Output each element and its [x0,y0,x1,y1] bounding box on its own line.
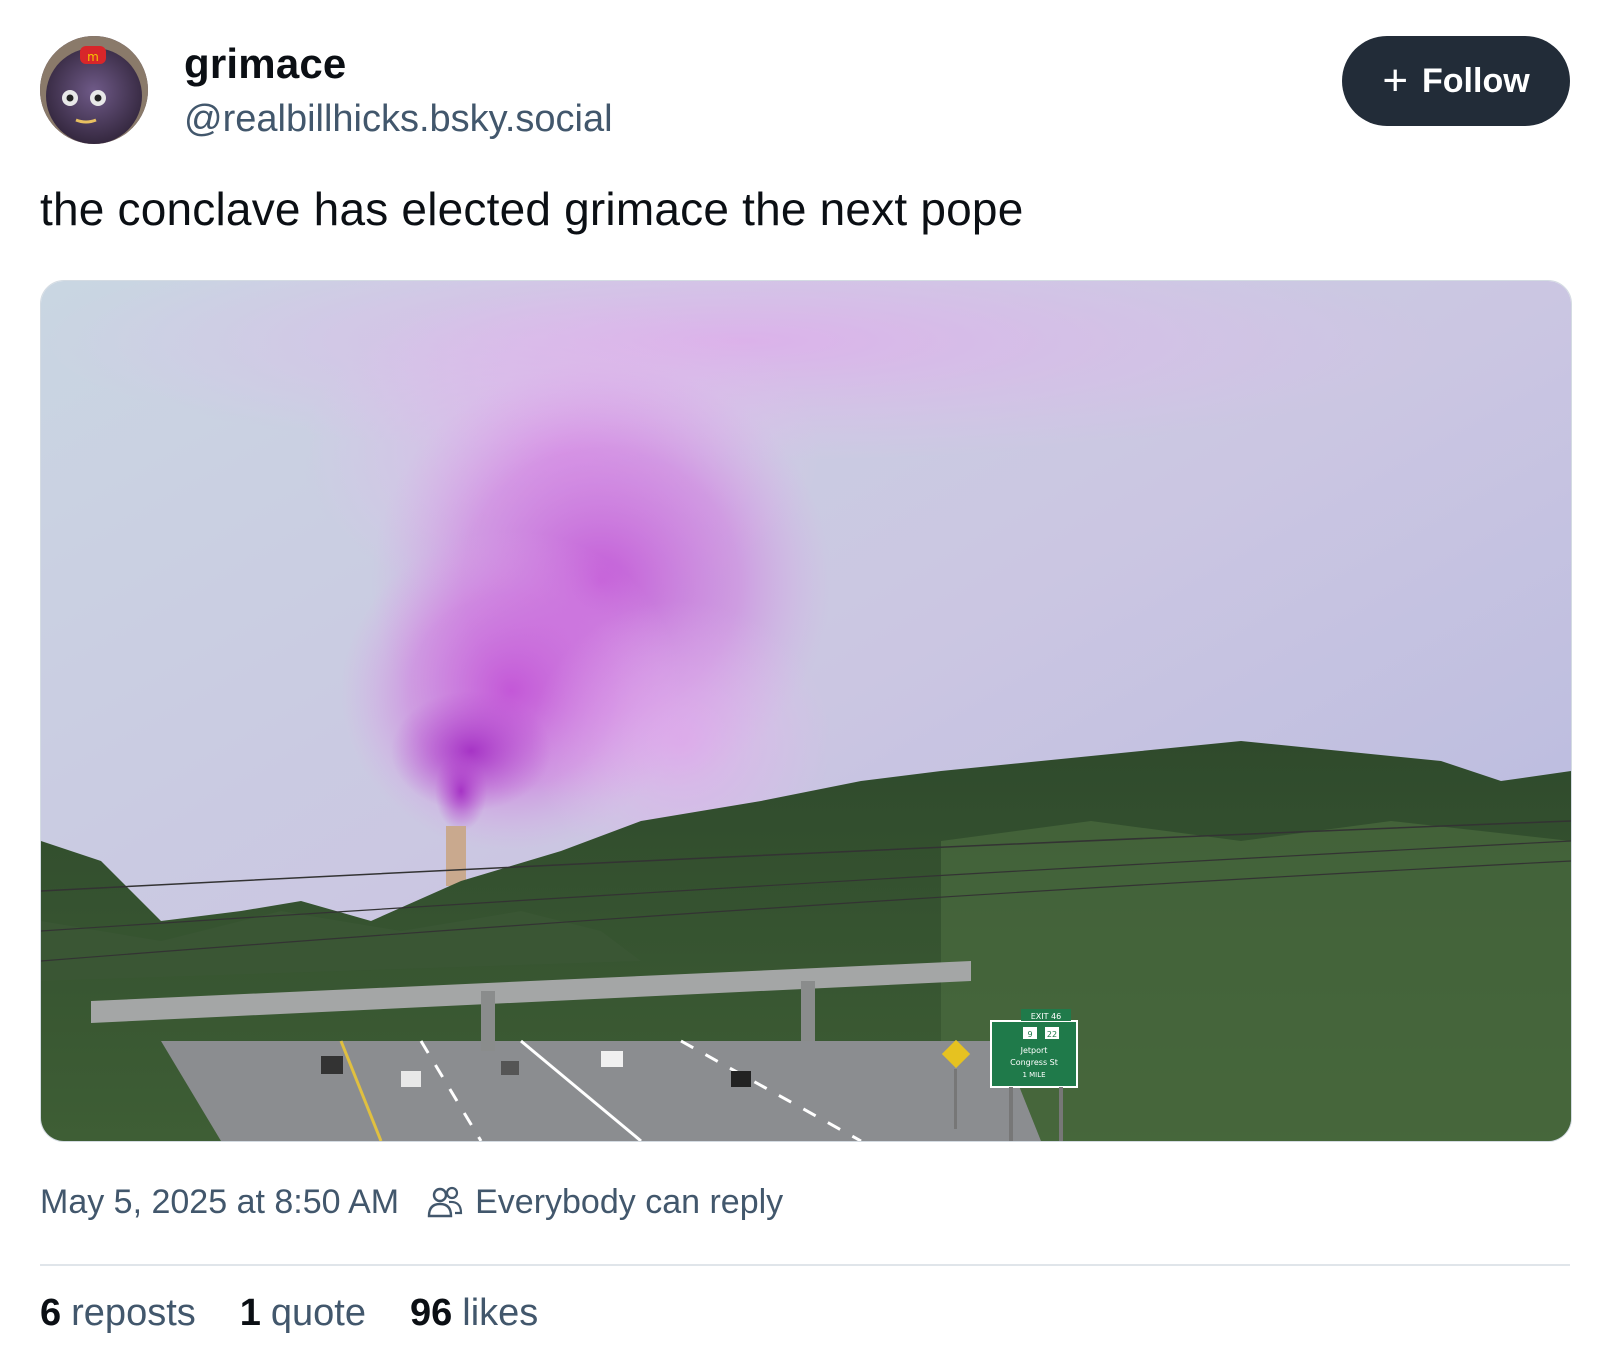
post-stats: 6 reposts 1 quote 96 likes [40,1292,582,1335]
post-card: m grimace @realbillhicks.bsky.social + F… [0,0,1600,1354]
author-handle[interactable]: @realbillhicks.bsky.social [184,98,613,141]
author-display-name[interactable]: grimace [184,40,347,88]
sign-route-b: 22 [1047,1030,1057,1039]
likes-label: likes [462,1292,539,1334]
divider [40,1264,1570,1266]
reposts-label: reposts [71,1292,196,1334]
post-text: the conclave has elected grimace the nex… [40,183,1024,235]
post-meta: May 5, 2025 at 8:50 AM Everybody can rep… [40,1182,783,1222]
sign-route-a: 9 [1027,1030,1032,1039]
post-image[interactable]: EXIT 46 9 22 Jetport Congress St 1 MILE [40,280,1572,1142]
follow-button-label: Follow [1422,61,1530,100]
people-icon [427,1186,463,1218]
grimace-avatar-icon: m [40,36,148,144]
reposts-stat[interactable]: 6 reposts [40,1292,196,1335]
sign-line2: Congress St [1010,1058,1058,1067]
likes-stat[interactable]: 96 likes [410,1292,538,1335]
reply-setting[interactable]: Everybody can reply [475,1183,783,1222]
quotes-label: quote [270,1292,366,1334]
follow-button[interactable]: + Follow [1342,36,1570,126]
likes-count: 96 [410,1292,453,1334]
post-timestamp[interactable]: May 5, 2025 at 8:50 AM [40,1183,399,1222]
purple-smoke-highway-photo-icon: EXIT 46 9 22 Jetport Congress St 1 MILE [41,281,1571,1141]
avatar[interactable]: m [40,36,148,144]
sign-exit-text: EXIT 46 [1031,1012,1062,1021]
quotes-stat[interactable]: 1 quote [240,1292,366,1335]
reposts-count: 6 [40,1292,62,1334]
quotes-count: 1 [239,1292,261,1334]
sign-line1: Jetport [1020,1046,1048,1055]
plus-icon: + [1382,56,1409,105]
svg-text:m: m [87,50,99,64]
sign-line3: 1 MILE [1022,1071,1045,1079]
